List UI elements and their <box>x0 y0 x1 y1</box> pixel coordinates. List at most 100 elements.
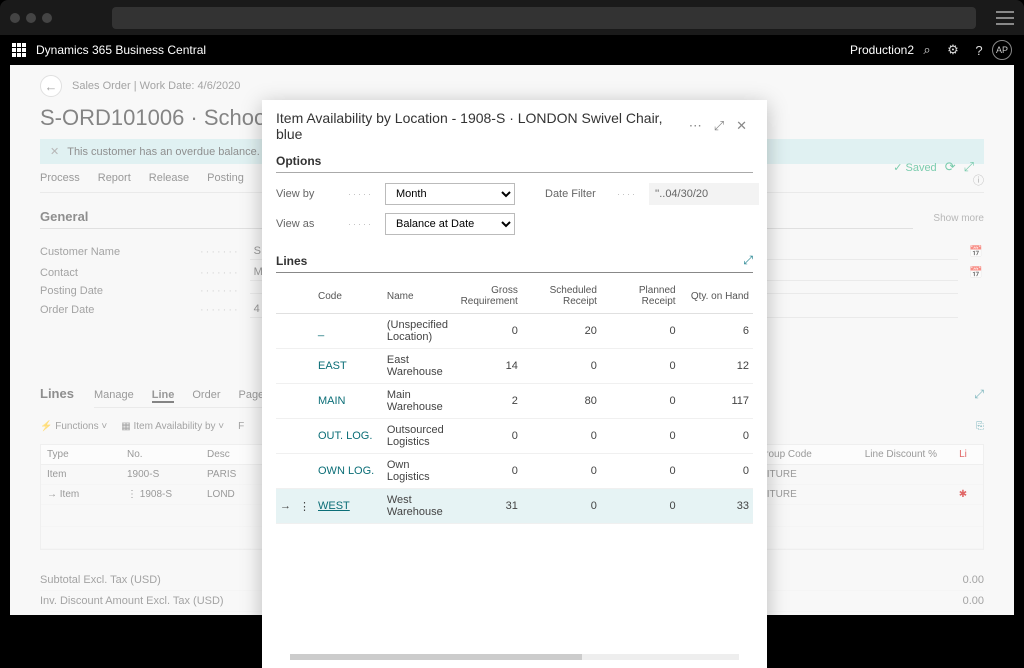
cell-qoh: 117 <box>680 384 753 419</box>
window-controls <box>10 13 52 23</box>
datefilter-input[interactable] <box>649 183 759 205</box>
app-launcher-icon[interactable] <box>12 43 26 57</box>
cell-sched: 0 <box>522 454 601 489</box>
search-icon[interactable]: ⌕ <box>914 42 940 58</box>
col-qoh[interactable]: Qty. on Hand <box>680 279 753 314</box>
help-icon[interactable]: ? <box>966 43 992 58</box>
cell-planned: 0 <box>601 384 680 419</box>
hamburger-icon[interactable] <box>996 11 1014 25</box>
modal-title: Item Availability by Location - 1908-S ·… <box>276 110 683 142</box>
viewby-select[interactable]: Month <box>385 183 515 205</box>
total-invdisc-val: 0.00 <box>963 595 984 607</box>
viewas-select[interactable]: Balance at Date <box>385 213 515 235</box>
col-type: Type <box>41 445 121 464</box>
cell-gross: 14 <box>452 349 522 384</box>
availability-row[interactable]: OWN LOG.Own Logistics0000 <box>276 454 753 489</box>
lines-sub-f[interactable]: F <box>238 421 244 432</box>
expand-icon[interactable]: ⤢ <box>964 159 974 175</box>
cell-code[interactable]: _ <box>314 314 383 349</box>
col-li: Li <box>943 445 983 464</box>
col-planned[interactable]: Planned Receipt <box>601 279 680 314</box>
back-button[interactable]: ← <box>40 75 62 97</box>
viewby-label: View by <box>276 188 336 200</box>
item-availability-modal: Item Availability by Location - 1908-S ·… <box>262 100 767 668</box>
modal-lines-heading: Lines <box>276 254 307 268</box>
cell-code[interactable]: OWN LOG. <box>314 454 383 489</box>
cell-sched: 0 <box>522 489 601 524</box>
modal-close-icon[interactable]: ✕ <box>730 118 753 134</box>
lines-tab-line[interactable]: Line <box>152 389 175 403</box>
availability-row[interactable]: MAINMain Warehouse2800117 <box>276 384 753 419</box>
cell-code[interactable]: MAIN <box>314 384 383 419</box>
banner-close-icon[interactable]: ✕ <box>50 145 59 158</box>
avatar[interactable]: AP <box>992 40 1012 60</box>
cell-code[interactable]: EAST <box>314 349 383 384</box>
cell-gross: 0 <box>452 454 522 489</box>
address-bar[interactable] <box>112 7 976 29</box>
action-release[interactable]: Release <box>149 172 189 188</box>
saved-label: ✓ Saved <box>893 161 936 174</box>
action-posting[interactable]: Posting <box>207 172 244 188</box>
cell-qoh: 0 <box>680 419 753 454</box>
availability-row[interactable]: OUT. LOG.Outsourced Logistics0000 <box>276 419 753 454</box>
lines-title: Lines <box>40 386 74 405</box>
availability-row[interactable]: EASTEast Warehouse140012 <box>276 349 753 384</box>
mac-close-dot[interactable] <box>10 13 20 23</box>
refresh-icon[interactable]: ⟳ <box>945 159 956 175</box>
lines-tab-manage[interactable]: Manage <box>94 389 134 403</box>
viewas-label: View as <box>276 218 336 230</box>
total-invdisc-label: Inv. Discount Amount Excl. Tax (USD) <box>40 595 224 607</box>
info-icon[interactable]: ⓘ <box>973 172 984 188</box>
cell-qoh: 6 <box>680 314 753 349</box>
cell-name: Outsourced Logistics <box>383 419 452 454</box>
modal-scrollbar[interactable] <box>290 654 739 660</box>
availability-row[interactable]: →⋮WESTWest Warehouse310033 <box>276 489 753 524</box>
action-report[interactable]: Report <box>98 172 131 188</box>
col-sched[interactable]: Scheduled Receipt <box>522 279 601 314</box>
browser-chrome <box>0 0 1024 35</box>
col-disc: Line Discount % <box>823 445 943 464</box>
mac-min-dot[interactable] <box>26 13 36 23</box>
cell-name: (Unspecified Location) <box>383 314 452 349</box>
cell-sched: 80 <box>522 384 601 419</box>
datefilter-label: Date Filter <box>545 188 605 200</box>
modal-more-icon[interactable]: ⋯ <box>683 118 708 134</box>
lines-attach-icon[interactable]: ⎘ <box>976 421 984 432</box>
modal-lines-expand-icon[interactable]: ⤢ <box>743 253 753 268</box>
lines-expand-icon[interactable]: ⤢ <box>974 387 984 402</box>
gear-icon[interactable]: ⚙ <box>940 42 966 58</box>
cell-planned: 0 <box>601 489 680 524</box>
calendar-icon[interactable]: 📅 <box>968 245 984 258</box>
cell-planned: 0 <box>601 454 680 489</box>
col-code[interactable]: Code <box>314 279 383 314</box>
availability-row[interactable]: _(Unspecified Location)02006 <box>276 314 753 349</box>
lines-sub-availability[interactable]: ▦ Item Availability by ˅ <box>121 421 224 432</box>
cell-gross: 0 <box>452 314 522 349</box>
show-more-link[interactable]: Show more <box>933 213 984 224</box>
field-label-customer: Customer Name <box>40 246 190 258</box>
field-label-orderdate: Order Date <box>40 304 190 316</box>
cell-name: Main Warehouse <box>383 384 452 419</box>
lines-tab-page[interactable]: Page <box>238 389 264 403</box>
total-subtotal-val: 0.00 <box>963 574 984 586</box>
cell-planned: 0 <box>601 349 680 384</box>
cell-qoh: 33 <box>680 489 753 524</box>
col-gross[interactable]: Gross Requirement <box>452 279 522 314</box>
cell-gross: 31 <box>452 489 522 524</box>
col-no: No. <box>121 445 201 464</box>
cell-sched: 0 <box>522 419 601 454</box>
modal-expand-icon[interactable]: ⤢ <box>708 118 730 134</box>
cell-code[interactable]: WEST <box>314 489 383 524</box>
lines-sub-functions[interactable]: ⚡ Functions ˅ <box>40 421 107 432</box>
calendar-icon[interactable]: 📅 <box>968 266 984 279</box>
mac-max-dot[interactable] <box>42 13 52 23</box>
cell-sched: 20 <box>522 314 601 349</box>
cell-planned: 0 <box>601 314 680 349</box>
app-header: Dynamics 365 Business Central Production… <box>0 35 1024 65</box>
lines-tab-order[interactable]: Order <box>192 389 220 403</box>
cell-code[interactable]: OUT. LOG. <box>314 419 383 454</box>
col-name[interactable]: Name <box>383 279 452 314</box>
cell-name: East Warehouse <box>383 349 452 384</box>
cell-name: Own Logistics <box>383 454 452 489</box>
action-process[interactable]: Process <box>40 172 80 188</box>
